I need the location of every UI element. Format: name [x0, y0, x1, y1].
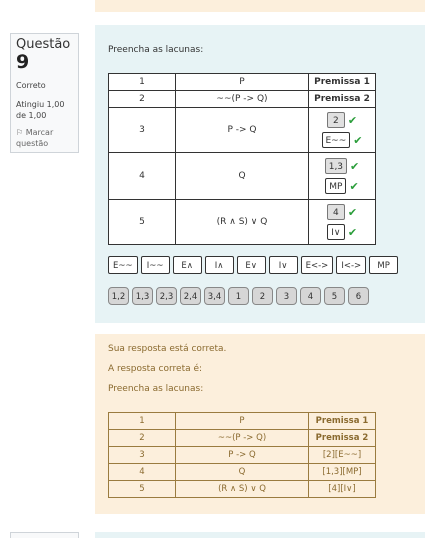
check-icon: ✔: [350, 159, 360, 173]
table-row: 1 P Premissa 1: [108, 412, 376, 430]
table-row: 1 P Premissa 1: [108, 73, 376, 91]
line-choices: 1,2 1,3 2,3 2,4 3,4 1 2 3 4 5 6: [108, 287, 369, 305]
formula: (R ∧ S) ∨ Q: [175, 480, 309, 498]
drag-line[interactable]: 5: [324, 287, 345, 305]
drag-rule[interactable]: E<->: [300, 256, 334, 274]
table-row: 5 (R ∧ S) ∨ Q [4][I∨]: [108, 480, 376, 498]
line-number: 5: [108, 480, 176, 498]
check-icon: ✔: [349, 179, 359, 193]
formula: (R ∧ S) ∨ Q: [175, 199, 309, 245]
drag-line[interactable]: 1,2: [108, 287, 129, 305]
line-number: 4: [108, 463, 176, 481]
drop-zone-rule[interactable]: I∨: [326, 224, 345, 240]
drag-rule[interactable]: I∧: [204, 256, 234, 274]
question-label: Questão: [16, 37, 71, 52]
formula: ~~(P -> Q): [175, 90, 309, 108]
question-grade: Atingiu 1,00 de 1,00: [16, 100, 65, 120]
drag-line[interactable]: 2,3: [156, 287, 177, 305]
formula: Q: [175, 152, 309, 200]
check-icon: ✔: [347, 205, 358, 219]
drag-line[interactable]: 6: [348, 287, 369, 305]
drag-line[interactable]: 2,4: [180, 287, 201, 305]
formula: P: [175, 412, 309, 430]
line-number: 1: [108, 412, 176, 430]
drag-line[interactable]: 3: [276, 287, 297, 305]
drag-rule[interactable]: E∧: [172, 256, 202, 274]
table-row: 4 Q 1,3 ✔ MP ✔: [108, 152, 376, 200]
justification: Premissa 2: [308, 90, 376, 108]
flag-icon: ⚐: [16, 128, 24, 137]
drag-rule[interactable]: MP: [369, 256, 399, 274]
line-number: 2: [108, 90, 176, 108]
line-number: 5: [108, 199, 176, 245]
table-row: 3 P -> Q [2][E~~]: [108, 446, 376, 464]
table-row: 4 Q [1,3][MP]: [108, 463, 376, 481]
correct-message: Sua resposta está correta.: [108, 344, 227, 354]
justification: [1,3][MP]: [308, 463, 376, 481]
table-row: 2 ~~(P -> Q) Premissa 2: [108, 90, 376, 108]
table-row: 5 (R ∧ S) ∨ Q 4 ✔ I∨ ✔: [108, 199, 376, 245]
justification-cell: 2 ✔ E~~ ✔: [308, 107, 376, 153]
next-question-content: [95, 532, 425, 538]
formula: Q: [175, 463, 309, 481]
line-number: 3: [108, 446, 176, 464]
drop-zone-rule[interactable]: E~~: [321, 132, 351, 148]
formula: P: [175, 73, 309, 91]
question-info: Questão 9 Correto Atingiu 1,00 de 1,00 ⚐…: [10, 33, 79, 153]
table-row: 3 P -> Q 2 ✔ E~~ ✔: [108, 107, 376, 153]
justification: [2][E~~]: [308, 446, 376, 464]
flag-question-link[interactable]: ⚐ Marcar questão: [16, 127, 73, 149]
table-row: 2 ~~(P -> Q) Premissa 2: [108, 429, 376, 447]
line-number: 3: [108, 107, 176, 153]
drop-zone-rule[interactable]: MP: [325, 178, 347, 194]
rule-choices: E~~ I~~ E∧ I∧ E∨ I∨ E<-> I<-> MP: [108, 256, 399, 274]
formula: P -> Q: [175, 107, 309, 153]
feedback-prompt: Preencha as lacunas:: [108, 384, 204, 394]
drag-rule[interactable]: I~~: [140, 256, 170, 274]
formula: ~~(P -> Q): [175, 429, 309, 447]
line-number: 1: [108, 73, 176, 91]
drag-rule[interactable]: I<->: [336, 256, 367, 274]
justification: Premissa 1: [308, 73, 376, 91]
justification-cell: 4 ✔ I∨ ✔: [308, 199, 376, 245]
proof-table: 1 P Premissa 1 2 ~~(P -> Q) Premissa 2 3…: [108, 73, 376, 245]
drag-line[interactable]: 3,4: [204, 287, 225, 305]
drop-zone-line[interactable]: 4: [326, 204, 345, 220]
feedback-panel: Sua resposta está correta. A resposta co…: [95, 334, 425, 514]
question-content: Preencha as lacunas: 1 P Premissa 1 2 ~~…: [95, 25, 425, 323]
check-icon: ✔: [347, 225, 358, 239]
drag-line[interactable]: 4: [300, 287, 321, 305]
line-number: 4: [108, 152, 176, 200]
drag-line[interactable]: 2: [252, 287, 273, 305]
question-number: 9: [16, 51, 30, 73]
correct-answer-table: 1 P Premissa 1 2 ~~(P -> Q) Premissa 2 3…: [108, 412, 376, 498]
check-icon: ✔: [347, 113, 358, 127]
justification: [4][I∨]: [308, 480, 376, 498]
correct-answer-label: A resposta correta é:: [108, 364, 203, 374]
drag-rule[interactable]: I∨: [268, 256, 298, 274]
question-state: Correto: [16, 81, 46, 90]
drag-rule[interactable]: E∨: [236, 256, 266, 274]
justification: Premissa 1: [308, 412, 376, 430]
previous-feedback-panel: [95, 0, 425, 12]
drag-rule[interactable]: E~~: [108, 256, 138, 274]
next-question-info: [10, 532, 79, 538]
justification: Premissa 2: [308, 429, 376, 447]
formula: P -> Q: [175, 446, 309, 464]
justification-cell: 1,3 ✔ MP ✔: [308, 152, 376, 200]
drop-zone-line[interactable]: 2: [326, 112, 345, 128]
line-number: 2: [108, 429, 176, 447]
question-prompt: Preencha as lacunas:: [108, 45, 204, 55]
drag-line[interactable]: 1: [228, 287, 249, 305]
check-icon: ✔: [353, 133, 363, 147]
drag-line[interactable]: 1,3: [132, 287, 153, 305]
drop-zone-line[interactable]: 1,3: [324, 158, 348, 174]
